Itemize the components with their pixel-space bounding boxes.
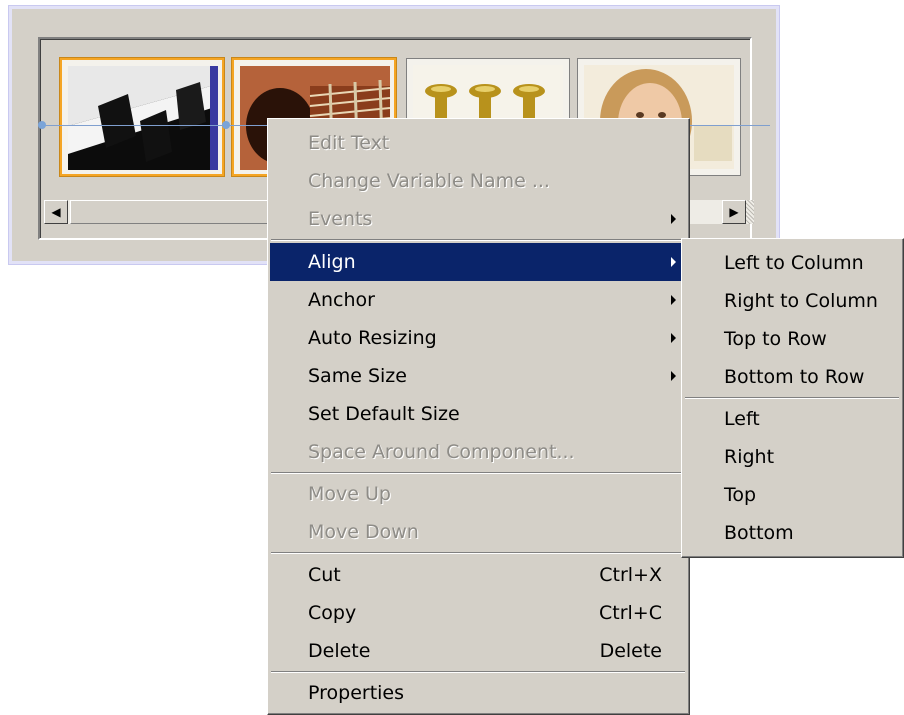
scroll-right-button[interactable]: ▶ xyxy=(722,200,746,224)
submenu-item-top[interactable]: Top xyxy=(684,476,900,514)
submenu-item-left[interactable]: Left xyxy=(684,400,900,438)
scroll-left-button[interactable]: ◀ xyxy=(44,200,68,224)
context-menu: Edit Text Change Variable Name ... Event… xyxy=(267,118,690,715)
shortcut-text: Delete xyxy=(599,640,662,662)
submenu-item-bottom[interactable]: Bottom xyxy=(684,514,900,552)
submenu-arrow-icon xyxy=(671,371,676,381)
submenu-arrow-icon xyxy=(671,333,676,343)
scrollbar-thumb[interactable] xyxy=(70,200,270,224)
menu-item-cut[interactable]: Cut Ctrl+X xyxy=(270,556,686,594)
menu-separator xyxy=(685,397,899,399)
guide-handle-middle[interactable] xyxy=(222,121,230,129)
menu-item-set-default-size[interactable]: Set Default Size xyxy=(270,395,686,433)
submenu-item-top-to-row[interactable]: Top to Row xyxy=(684,320,900,358)
menu-item-auto-resizing[interactable]: Auto Resizing xyxy=(270,319,686,357)
menu-item-delete[interactable]: Delete Delete xyxy=(270,632,686,670)
menu-item-same-size[interactable]: Same Size xyxy=(270,357,686,395)
piano-image xyxy=(68,66,218,170)
menu-item-align[interactable]: Align xyxy=(270,243,686,281)
shortcut-text: Ctrl+X xyxy=(599,564,662,586)
menu-item-edit-text[interactable]: Edit Text xyxy=(270,124,686,162)
submenu-arrow-icon xyxy=(671,257,676,267)
thumbnail-piano[interactable] xyxy=(60,58,224,176)
menu-item-properties[interactable]: Properties xyxy=(270,674,686,712)
menu-separator xyxy=(271,239,685,241)
submenu-arrow-icon xyxy=(671,214,676,224)
menu-separator xyxy=(271,552,685,554)
menu-separator xyxy=(271,472,685,474)
menu-item-events[interactable]: Events xyxy=(270,200,686,238)
menu-item-space-around-component[interactable]: Space Around Component... xyxy=(270,433,686,471)
submenu-item-bottom-to-row[interactable]: Bottom to Row xyxy=(684,358,900,396)
submenu-item-right-to-column[interactable]: Right to Column xyxy=(684,282,900,320)
menu-item-move-up[interactable]: Move Up xyxy=(270,475,686,513)
submenu-item-left-to-column[interactable]: Left to Column xyxy=(684,244,900,282)
submenu-arrow-icon xyxy=(671,295,676,305)
arrow-right-icon: ▶ xyxy=(729,205,739,219)
menu-item-change-variable-name[interactable]: Change Variable Name ... xyxy=(270,162,686,200)
guide-handle-left[interactable] xyxy=(38,121,46,129)
align-submenu: Left to Column Right to Column Top to Ro… xyxy=(681,238,904,558)
menu-item-move-down[interactable]: Move Down xyxy=(270,513,686,551)
submenu-item-right[interactable]: Right xyxy=(684,438,900,476)
arrow-left-icon: ◀ xyxy=(51,205,61,219)
menu-item-copy[interactable]: Copy Ctrl+C xyxy=(270,594,686,632)
shortcut-text: Ctrl+C xyxy=(599,602,662,624)
menu-separator xyxy=(271,671,685,673)
menu-item-anchor[interactable]: Anchor xyxy=(270,281,686,319)
